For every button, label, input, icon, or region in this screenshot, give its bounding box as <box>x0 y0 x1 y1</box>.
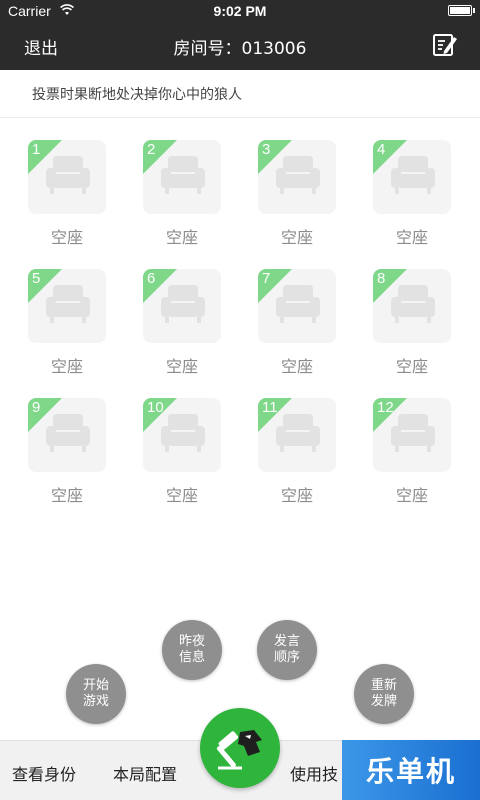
seat-number: 5 <box>32 270 41 287</box>
seat-label: 空座 <box>280 357 313 376</box>
seat-box: 11 <box>258 398 336 472</box>
view-identity-button[interactable]: 查看身份 <box>12 761 76 785</box>
speak-order-button[interactable]: 发言 顺序 <box>257 620 317 680</box>
seat-number: 4 <box>377 141 386 158</box>
status-bar: Carrier 9:02 PM <box>0 0 480 22</box>
sofa-icon <box>46 156 90 194</box>
seat-box: 3 <box>258 140 336 214</box>
start-game-button[interactable]: 开始 游戏 <box>66 664 126 724</box>
seat-label: 空座 <box>165 486 198 505</box>
seat-box: 9 <box>28 398 106 472</box>
sofa-icon <box>276 156 320 194</box>
seat-number: 7 <box>262 270 271 287</box>
seat-label: 空座 <box>280 228 313 247</box>
seat-box: 1 <box>28 140 106 214</box>
seat-slot[interactable]: 2 空座 <box>143 140 223 250</box>
seat-box: 12 <box>373 398 451 472</box>
hint-text: 投票时果断地处决掉你心中的狼人 <box>32 87 242 103</box>
seat-slot[interactable]: 1 空座 <box>28 140 108 250</box>
seat-label: 空座 <box>165 357 198 376</box>
edit-icon[interactable] <box>432 32 458 58</box>
seat-box: 10 <box>143 398 221 472</box>
header: Carrier 9:02 PM 退出 房间号：013006 <box>0 0 480 70</box>
seat-number: 9 <box>32 399 41 416</box>
seat-slot[interactable]: 11 空座 <box>258 398 338 508</box>
seat-slot[interactable]: 4 空座 <box>373 140 453 250</box>
start-game-label-1: 开始 <box>82 678 109 693</box>
room-number-title: 房间号：013006 <box>173 39 307 59</box>
seat-box: 2 <box>143 140 221 214</box>
seat-label: 空座 <box>50 486 83 505</box>
seat-label: 空座 <box>50 357 83 376</box>
seat-label: 空座 <box>280 486 313 505</box>
sofa-icon <box>391 414 435 452</box>
last-night-label-1: 昨夜 <box>178 634 205 649</box>
judge-hammer-button[interactable] <box>200 708 280 788</box>
nav-bar: 退出 房间号：013006 <box>0 22 480 70</box>
battery-icon <box>448 5 475 16</box>
redeal-label-2: 发牌 <box>370 694 397 709</box>
hint-bar: 投票时果断地处决掉你心中的狼人 <box>0 70 480 118</box>
seat-slot[interactable]: 12 空座 <box>373 398 453 508</box>
seat-box: 5 <box>28 269 106 343</box>
sofa-icon <box>161 285 205 323</box>
hammer-wolf-icon <box>216 730 262 770</box>
seat-number: 1 <box>32 141 41 158</box>
sofa-icon <box>161 414 205 452</box>
seat-box: 4 <box>373 140 451 214</box>
speak-order-label-1: 发言 <box>273 634 300 649</box>
status-time: 9:02 PM <box>213 3 267 19</box>
seat-slot[interactable]: 9 空座 <box>28 398 108 508</box>
seat-number: 8 <box>377 270 386 287</box>
sofa-icon <box>46 414 90 452</box>
use-skill-button[interactable]: 使用技 <box>290 761 338 785</box>
seat-number: 3 <box>262 141 271 158</box>
sofa-icon <box>276 285 320 323</box>
seat-label: 空座 <box>395 486 428 505</box>
seat-slot[interactable]: 10 空座 <box>143 398 223 508</box>
seat-label: 空座 <box>165 228 198 247</box>
seat-box: 8 <box>373 269 451 343</box>
seat-label: 空座 <box>395 357 428 376</box>
sofa-icon <box>391 156 435 194</box>
seat-slot[interactable]: 3 空座 <box>258 140 338 250</box>
seat-box: 6 <box>143 269 221 343</box>
sofa-icon <box>46 285 90 323</box>
seat-slot[interactable]: 7 空座 <box>258 269 338 379</box>
redeal-button[interactable]: 重新 发牌 <box>354 664 414 724</box>
watermark-logo: 乐单机 <box>342 740 480 800</box>
seat-number: 6 <box>147 270 156 287</box>
sofa-icon <box>276 414 320 452</box>
sofa-icon <box>391 285 435 323</box>
last-night-label-2: 信息 <box>178 650 205 665</box>
start-game-label-2: 游戏 <box>82 694 109 709</box>
seat-slot[interactable]: 8 空座 <box>373 269 453 379</box>
redeal-label-1: 重新 <box>370 678 397 693</box>
sofa-icon <box>161 156 205 194</box>
seat-slot[interactable]: 5 空座 <box>28 269 108 379</box>
game-config-button[interactable]: 本局配置 <box>113 761 177 785</box>
speak-order-label-2: 顺序 <box>273 650 300 665</box>
seat-label: 空座 <box>50 228 83 247</box>
last-night-info-button[interactable]: 昨夜 信息 <box>162 620 222 680</box>
seat-label: 空座 <box>395 228 428 247</box>
seat-box: 7 <box>258 269 336 343</box>
seat-slot[interactable]: 6 空座 <box>143 269 223 379</box>
seat-number: 2 <box>147 141 156 158</box>
